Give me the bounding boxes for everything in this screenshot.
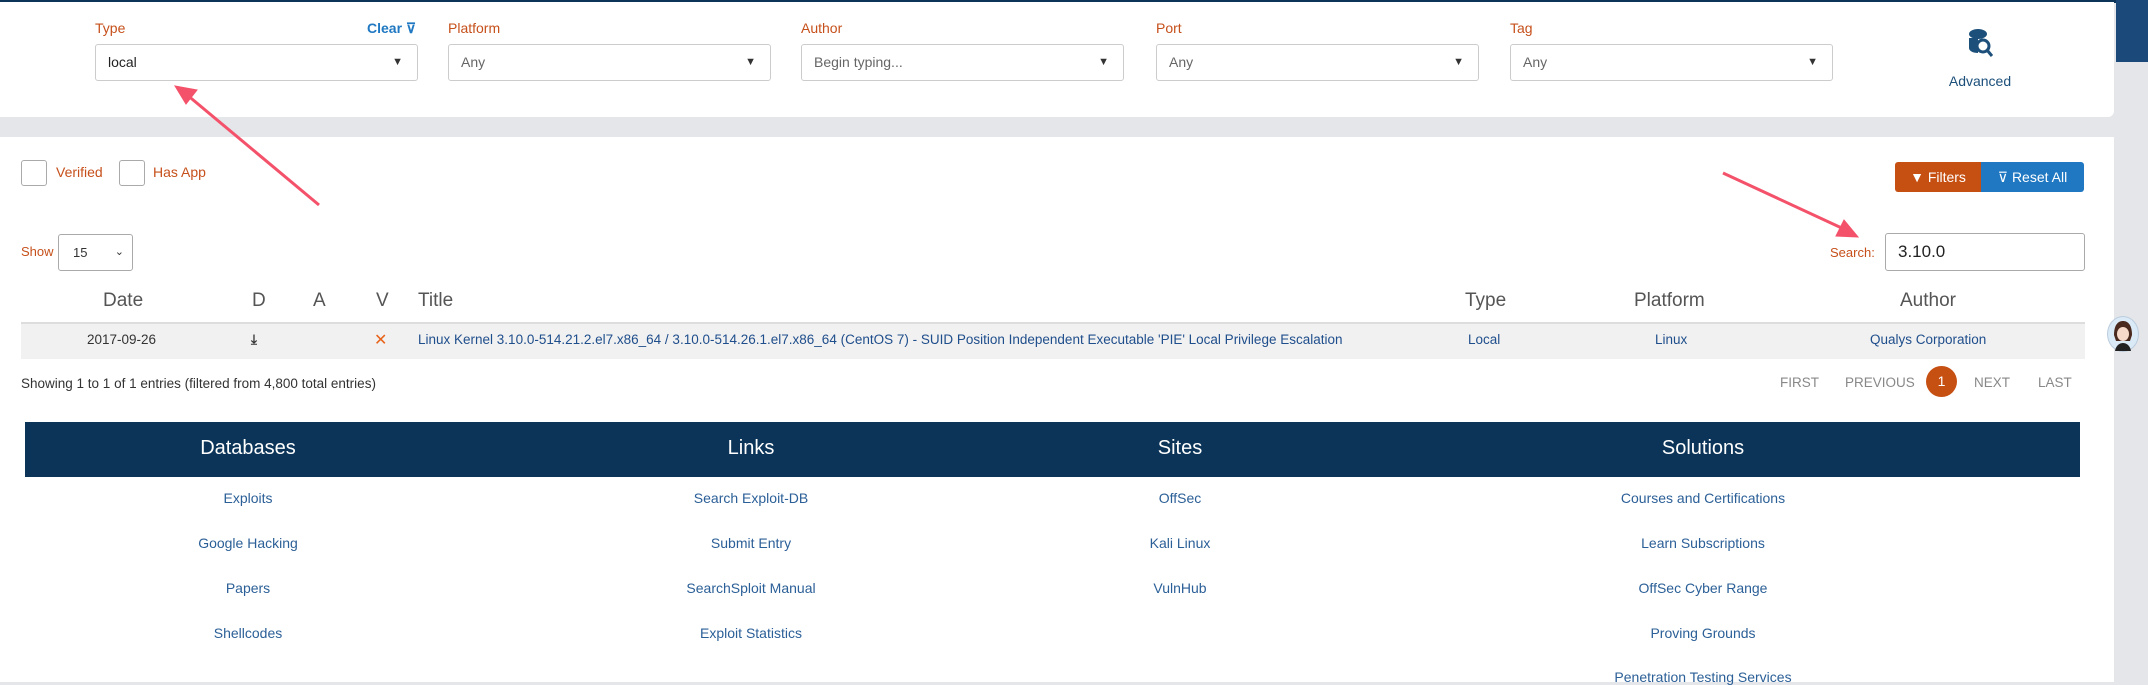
annotation-arrows [173,85,1860,238]
arrow-annotation [173,85,320,207]
arrow-annotation [1722,171,1860,238]
